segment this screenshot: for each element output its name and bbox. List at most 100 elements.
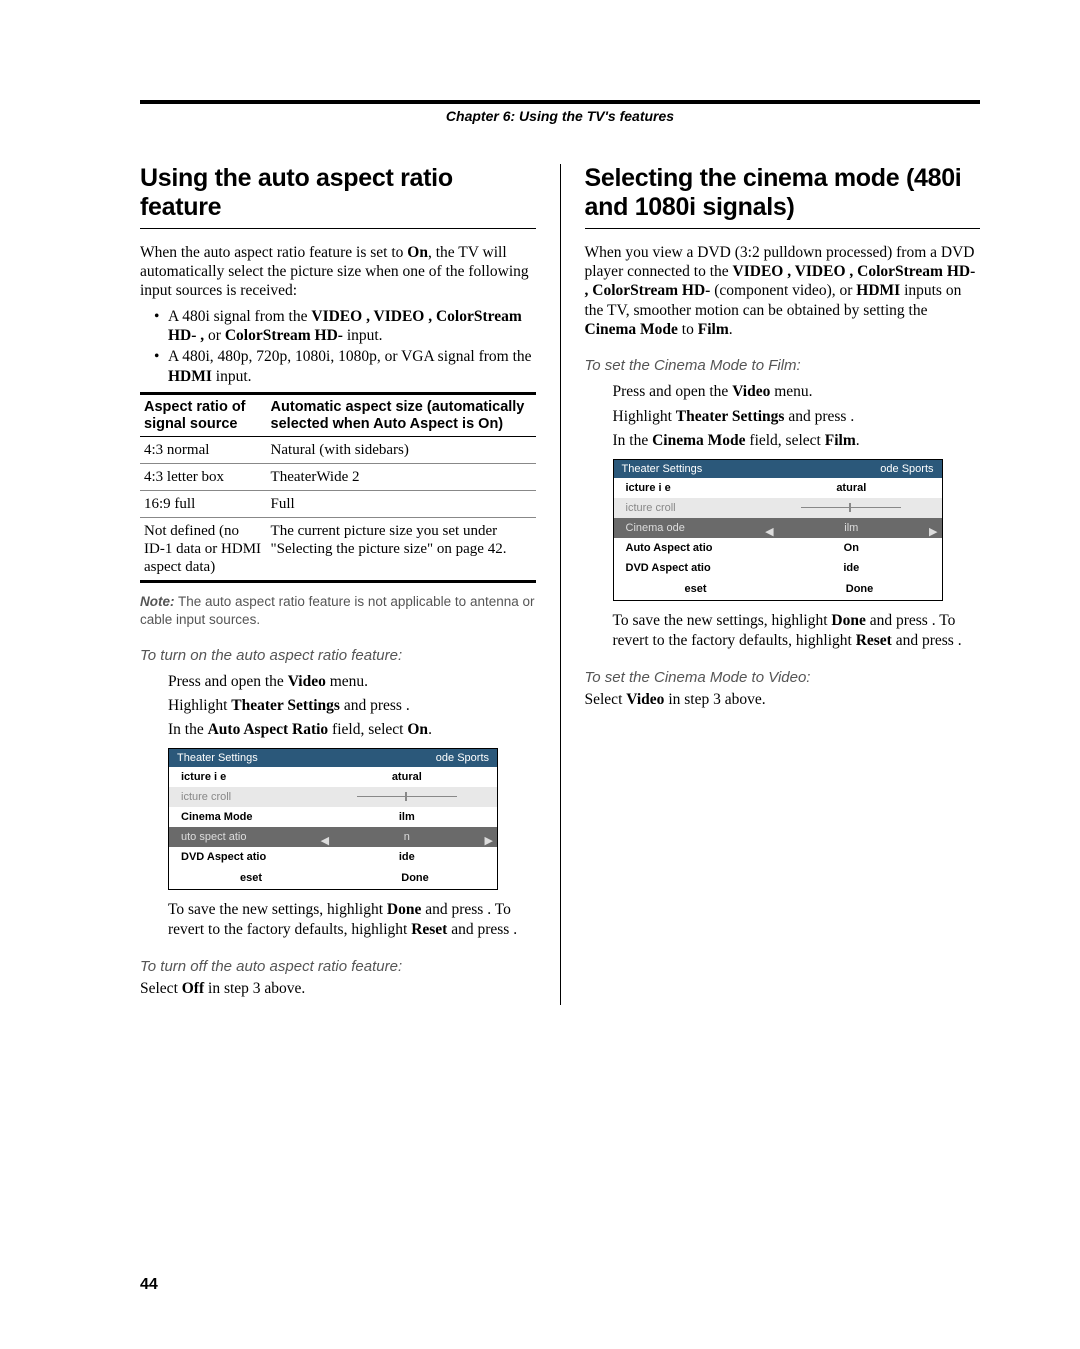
osd-value: atural (317, 771, 497, 783)
arrow-left-icon: ◀ (321, 834, 329, 847)
note-label: Note: (140, 594, 175, 609)
text: In the (613, 432, 653, 449)
two-column-layout: Using the auto aspect ratio feature When… (140, 164, 980, 1005)
cell: The current picture size you set under "… (267, 518, 536, 582)
aspect-ratio-table: Aspect ratio of signal source Automatic … (140, 392, 536, 583)
osd-value-text: ilm (844, 522, 858, 534)
cell: 4:3 letter box (140, 464, 267, 491)
osd-label: icture i e (614, 482, 762, 494)
osd-value: ◀ ilm ▶ (761, 522, 941, 534)
section-heading-auto-aspect: Using the auto aspect ratio feature (140, 164, 536, 229)
text: Highlight (613, 408, 676, 425)
text: and press (784, 408, 850, 425)
osd-label: DVD Aspect atio (169, 851, 317, 863)
text: A 480i signal from the (168, 308, 311, 325)
step: In the Cinema Mode field, select Film. (613, 431, 981, 451)
text: ColorStream HD- (225, 327, 343, 344)
text: field, select (328, 721, 407, 738)
text: field, select (746, 432, 825, 449)
text: and press (421, 901, 487, 918)
osd-row-dvd-aspect: DVD Aspect atio ide (169, 847, 497, 867)
step: Press and open the Video menu. (168, 672, 536, 692)
text: A 480i, 480p, 720p, 1080i, 1080p, or VGA… (168, 348, 532, 365)
subhead-turn-off: To turn off the auto aspect ratio featur… (140, 958, 536, 975)
text: Video (626, 691, 664, 708)
text: Theater Settings (231, 697, 340, 714)
text: Highlight (168, 697, 231, 714)
note-text: The auto aspect ratio feature is not app… (140, 594, 535, 627)
osd-done: Done (333, 872, 497, 884)
cell: 16:9 full (140, 491, 267, 518)
osd-row-auto-aspect: uto spect atio ◀ n ▶ (169, 827, 497, 847)
table-row: 16:9 full Full (140, 491, 536, 518)
osd-label: icture croll (614, 502, 762, 514)
osd-slider (761, 502, 941, 514)
osd-row-auto-aspect: Auto Aspect atio On (614, 538, 942, 558)
table-row: 4:3 letter box TheaterWide 2 (140, 464, 536, 491)
osd-value: ◀ n ▶ (317, 831, 497, 843)
osd-row-picture-size: icture i e atural (614, 478, 942, 498)
text: menu. (326, 673, 368, 690)
text: To save the new settings, highlight (168, 901, 387, 918)
cell: Natural (with sidebars) (267, 437, 536, 464)
text: Reset (411, 921, 447, 938)
text: Select (140, 980, 182, 997)
osd-row-cinema-mode: Cinema ode ◀ ilm ▶ (614, 518, 942, 538)
osd-label: Auto Aspect atio (614, 542, 762, 554)
text: and press (340, 697, 406, 714)
text: Video (288, 673, 326, 690)
cell: 4:3 normal (140, 437, 267, 464)
osd-label: icture i e (169, 771, 317, 783)
text: . (850, 408, 854, 425)
text: to (678, 321, 698, 338)
text: in step 3 above. (204, 980, 305, 997)
osd-slider (317, 791, 497, 803)
osd-footer: eset Done (614, 578, 942, 600)
osd-titlebar: Theater Settings ode Sports (169, 749, 497, 767)
text: Cinema Mode (652, 432, 745, 449)
steps-block: Press and open the Video menu. Highlight… (140, 672, 536, 740)
chapter-rule (140, 100, 980, 104)
save-text: To save the new settings, highlight Done… (168, 900, 536, 940)
text-on: On (407, 244, 428, 261)
cell: TheaterWide 2 (267, 464, 536, 491)
osd-label: icture croll (169, 791, 317, 803)
manual-page: Chapter 6: Using the TV's features Using… (0, 0, 1080, 1349)
right-column: Selecting the cinema mode (480i and 1080… (585, 164, 981, 1005)
osd-label: uto spect atio (169, 831, 317, 843)
osd-label: Cinema ode (614, 522, 762, 534)
save-text: To save the new settings, highlight Done… (613, 611, 981, 651)
osd-value: On (761, 542, 941, 554)
text: or (208, 327, 225, 344)
text: input. (212, 368, 252, 385)
table-header: Automatic aspect size (automatically sel… (267, 394, 536, 437)
text: (component video), or (710, 282, 856, 299)
osd-titlebar: Theater Settings ode Sports (614, 460, 942, 478)
osd-menu-left: Theater Settings ode Sports icture i e a… (168, 748, 498, 890)
osd-reset: eset (614, 583, 778, 595)
table-row: Not defined (no ID-1 data or HDMI aspect… (140, 518, 536, 582)
left-column: Using the auto aspect ratio feature When… (140, 164, 536, 1005)
text: Film (825, 432, 856, 449)
text: . (406, 697, 410, 714)
osd-reset: eset (169, 872, 333, 884)
text: Select (585, 691, 627, 708)
osd-value: atural (761, 482, 941, 494)
section-heading-cinema-mode: Selecting the cinema mode (480i and 1080… (585, 164, 981, 229)
subhead-set-film: To set the Cinema Mode to Film: (585, 357, 981, 374)
list-item: A 480i signal from the VIDEO , VIDEO , C… (154, 307, 536, 346)
osd-title-right: ode Sports (436, 752, 489, 764)
osd-row-picture-scroll: icture croll (614, 498, 942, 518)
input-sources-list: A 480i signal from the VIDEO , VIDEO , C… (140, 307, 536, 387)
osd-done: Done (778, 583, 942, 595)
text: Off (182, 980, 204, 997)
text: Film (698, 321, 729, 338)
intro-paragraph: When you view a DVD (3:2 pulldown proces… (585, 243, 981, 340)
off-text: Select Off in step 3 above. (140, 979, 536, 998)
osd-title-right: ode Sports (880, 463, 933, 475)
step: Highlight Theater Settings and press . (613, 407, 981, 427)
table-row: 4:3 normal Natural (with sidebars) (140, 437, 536, 464)
osd-row-cinema-mode: Cinema Mode ilm (169, 807, 497, 827)
text: in step 3 above. (664, 691, 765, 708)
osd-title-left: Theater Settings (622, 463, 703, 475)
